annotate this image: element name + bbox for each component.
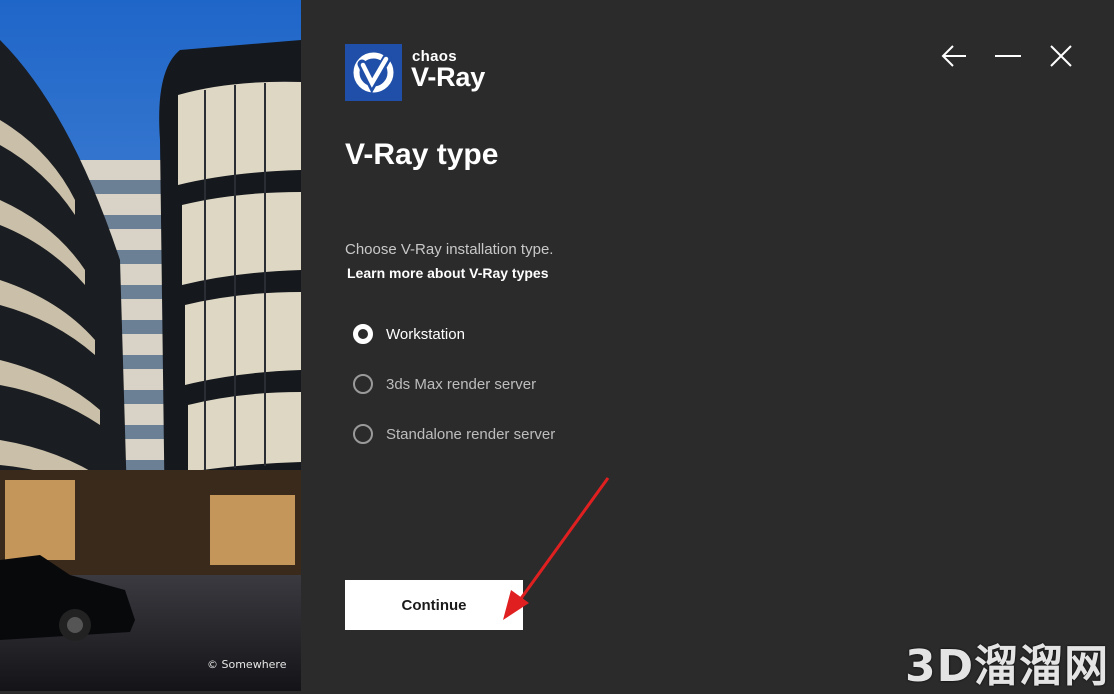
photo-credit: © Somewhere	[207, 658, 287, 671]
option-workstation[interactable]: Workstation	[353, 320, 465, 348]
option-label: 3ds Max render server	[386, 375, 537, 393]
option-label: Standalone render server	[386, 425, 556, 443]
chaos-v-logo-icon	[345, 44, 402, 101]
option-standalone-render-server[interactable]: Standalone render server	[353, 420, 555, 448]
radio-selected-icon[interactable]	[353, 324, 373, 344]
close-icon[interactable]	[1046, 41, 1076, 71]
annotation-arrow-icon	[481, 470, 611, 635]
page-title: V-Ray type	[345, 138, 499, 171]
watermark-text: 3D溜溜网	[905, 641, 1110, 692]
option-3ds-max-render-server[interactable]: 3ds Max render server	[353, 370, 536, 398]
installer-panel: chaos V-Ray V-Ray type Choose V-Ray inst…	[301, 0, 1114, 692]
radio-unselected-icon[interactable]	[353, 424, 373, 444]
learn-more-link[interactable]: Learn more about V-Ray types	[347, 265, 549, 281]
logo-product-text: V-Ray	[411, 62, 486, 92]
page-description: Choose V-Ray installation type.	[345, 241, 554, 258]
hero-image: © Somewhere	[0, 0, 301, 691]
minimize-icon[interactable]	[993, 41, 1023, 71]
radio-unselected-icon[interactable]	[353, 374, 373, 394]
option-label: Workstation	[386, 325, 465, 343]
back-arrow-icon[interactable]	[939, 41, 969, 71]
